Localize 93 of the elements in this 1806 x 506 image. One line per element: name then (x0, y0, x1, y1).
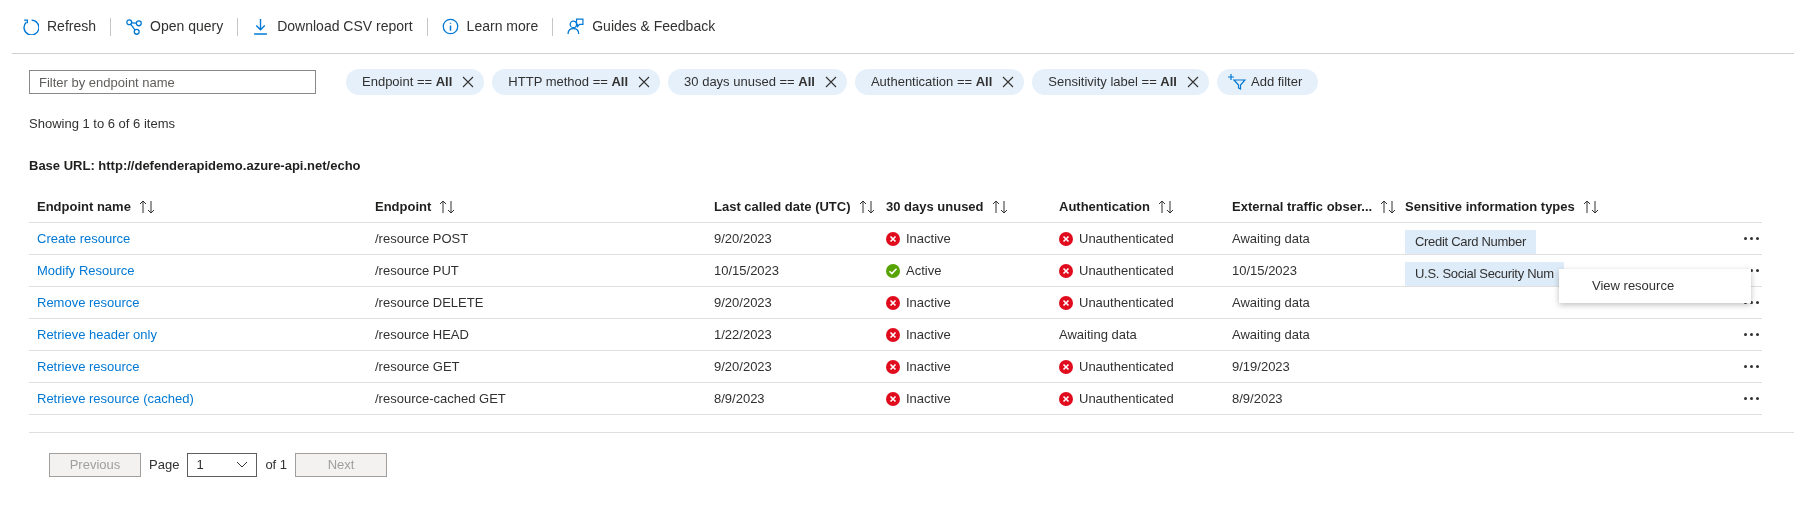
sort-icon[interactable] (1582, 199, 1599, 214)
error-icon (1059, 263, 1073, 278)
table-cell-text: Awaiting data (1232, 325, 1310, 344)
table-cell-text: 1/22/2023 (714, 325, 772, 344)
refresh-icon (22, 18, 39, 35)
table-cell-text: 9/20/2023 (714, 293, 772, 312)
table-cell-text: /resource PUT (375, 261, 459, 280)
error-icon (1059, 359, 1073, 374)
status-text: Inactive (906, 389, 951, 408)
filter-pill[interactable]: Authentication == All (854, 69, 1025, 95)
add-filter-button[interactable]: Add filter (1217, 69, 1319, 95)
table-cell-text: /resource-cached GET (375, 389, 506, 408)
status-text: Unauthenticated (1079, 261, 1174, 280)
status-text: Active (906, 261, 942, 280)
toolbar-button[interactable]: Download CSV report (250, 11, 415, 42)
chevron-down-icon (236, 461, 249, 469)
status-text: Inactive (906, 229, 951, 248)
filter-add-icon (1228, 74, 1246, 90)
status-text: Unauthenticated (1079, 357, 1174, 376)
page-dropdown[interactable]: 1 (187, 453, 258, 477)
table-cell-text: 9/19/2023 (1232, 357, 1290, 376)
table-cell-text: 9/20/2023 (714, 229, 772, 248)
table-cell-text: 8/9/2023 (1232, 389, 1283, 408)
sort-icon[interactable] (439, 199, 456, 214)
column-header[interactable]: Authentication (1059, 196, 1150, 217)
status-text: Unauthenticated (1079, 229, 1174, 248)
base-url-text: Base URL: http://defenderapidemo.azure-api.net/echo (28, 156, 362, 175)
table-cell-text: Awaiting data (1232, 229, 1310, 248)
close-icon[interactable] (462, 76, 475, 88)
table-cell-text: Awaiting data (1232, 293, 1310, 312)
column-header[interactable]: Endpoint name (37, 196, 131, 217)
table-cell-text: 10/15/2023 (1232, 261, 1298, 280)
table-cell-text: 9/20/2023 (714, 357, 772, 376)
toolbar-button[interactable]: Guides & Feedback (565, 11, 718, 42)
status-text: Inactive (906, 357, 951, 376)
sort-icon[interactable] (1380, 199, 1397, 214)
endpoint-link[interactable]: Create resource (37, 228, 131, 249)
info-type-tag: Credit Card Number (1405, 229, 1536, 254)
column-header[interactable]: Endpoint (375, 196, 432, 217)
nodes-icon (125, 18, 143, 35)
table-cell-text: 10/15/2023 (714, 261, 780, 280)
endpoint-link[interactable]: Modify Resource (37, 260, 135, 281)
filter-pill[interactable]: Endpoint == All (346, 69, 485, 95)
column-header[interactable]: 30 days unused (886, 196, 984, 217)
status-text: Unauthenticated (1079, 389, 1174, 408)
status-text: Inactive (906, 325, 951, 344)
endpoint-link[interactable]: Remove resource (37, 292, 140, 313)
close-icon[interactable] (1187, 76, 1199, 88)
error-icon (886, 231, 900, 246)
sort-icon[interactable] (138, 199, 155, 214)
toolbar-button[interactable]: Refresh (20, 11, 99, 42)
status-text: Unauthenticated (1079, 293, 1174, 312)
page-label: Page (149, 456, 180, 475)
menu-item[interactable]: View resource (1559, 272, 1751, 300)
error-icon (886, 295, 900, 310)
table-cell-text: 8/9/2023 (714, 389, 765, 408)
endpoint-link[interactable]: Retrieve resource (cached) (37, 388, 194, 409)
summary-text: Showing 1 to 6 of 6 items (28, 115, 176, 133)
table-cell-text: /resource DELETE (375, 293, 484, 312)
check-icon (886, 263, 900, 278)
info-type-tag: U.S. Social Security Num (1405, 261, 1564, 286)
table-cell-text: /resource HEAD (375, 325, 469, 344)
info-icon (441, 18, 459, 35)
sort-icon[interactable] (1158, 199, 1174, 214)
error-icon (1059, 295, 1073, 310)
endpoint-link[interactable]: Retrieve resource (37, 356, 140, 377)
error-icon (886, 327, 900, 342)
filter-pill[interactable]: 30 days unused == All (668, 69, 847, 95)
column-header[interactable]: External traffic obser... (1232, 196, 1373, 217)
table-cell-text: /resource GET (375, 357, 460, 376)
status-text: Awaiting data (1059, 325, 1137, 344)
error-icon (1059, 231, 1073, 246)
error-icon (886, 359, 900, 374)
endpoint-link[interactable]: Retrieve header only (37, 324, 157, 345)
close-icon[interactable] (638, 76, 651, 88)
search-field[interactable]: Filter by endpoint name (29, 70, 316, 94)
sort-icon[interactable] (991, 199, 1008, 214)
download-icon (252, 18, 270, 35)
error-icon (1059, 391, 1073, 406)
close-icon[interactable] (1002, 76, 1015, 88)
error-icon (886, 391, 900, 406)
column-header[interactable]: Sensitive information types (1405, 196, 1575, 217)
toolbar-button[interactable]: Learn more (439, 11, 541, 42)
person-chat-icon (567, 18, 585, 35)
status-text: Inactive (906, 293, 951, 312)
toolbar-button[interactable]: Open query (123, 11, 226, 42)
sort-icon[interactable] (858, 199, 875, 214)
filter-pill[interactable]: HTTP method == All (492, 69, 661, 95)
filter-pill[interactable]: Sensitivity label == All (1032, 69, 1209, 95)
column-header[interactable]: Last called date (UTC) (714, 196, 851, 217)
page-count: of 1 (265, 456, 288, 475)
table-cell-text: /resource POST (375, 229, 469, 248)
close-icon[interactable] (824, 76, 837, 88)
